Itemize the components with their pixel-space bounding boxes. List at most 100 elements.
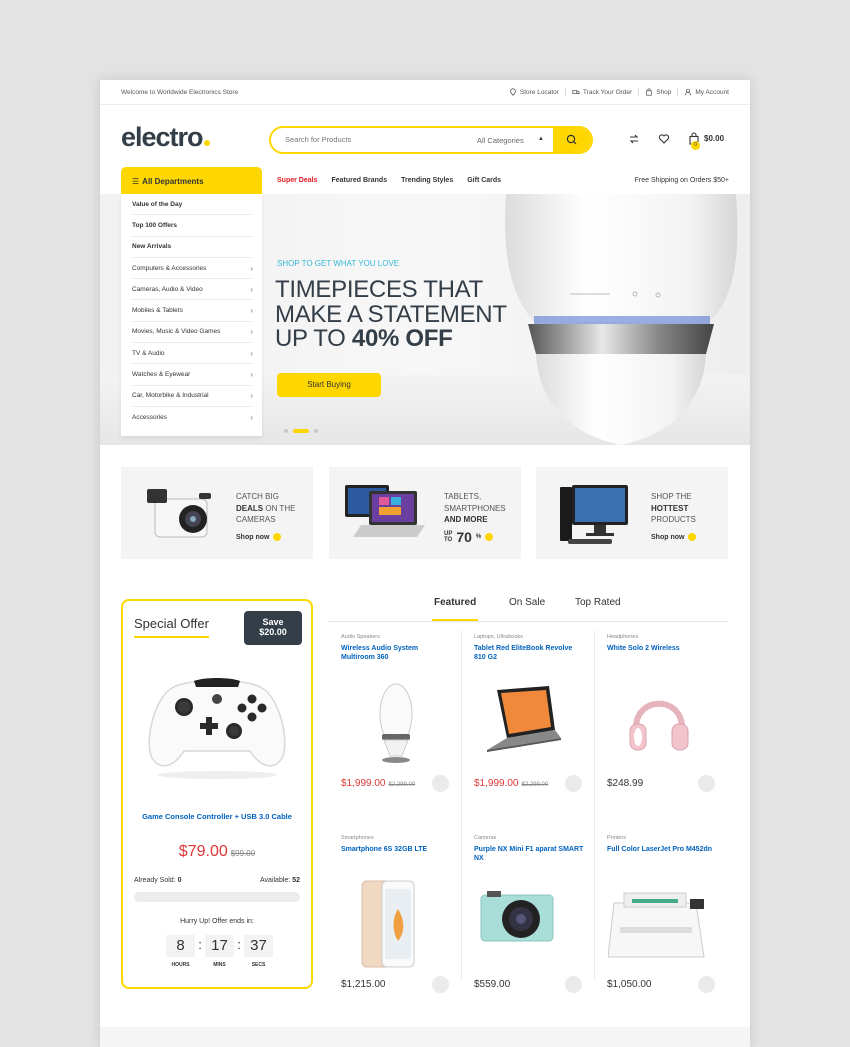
welcome-text: Welcome to Worldwide Electronics Store: [121, 89, 239, 96]
dept-label: Top 100 Offers: [132, 221, 178, 229]
dept-accessories[interactable]: Accessories ›: [132, 407, 253, 428]
start-buying-button[interactable]: Start Buying: [277, 373, 381, 397]
hours-value: 8: [166, 935, 195, 957]
track-order-link[interactable]: Track Your Order: [572, 88, 632, 96]
banner-line: SMARTPHONES: [444, 503, 506, 513]
dept-cameras[interactable]: Cameras, Audio & Video ›: [132, 279, 253, 301]
dept-value-of-the-day[interactable]: Value of the Day: [132, 194, 253, 216]
heart-icon[interactable]: [658, 133, 670, 145]
add-to-cart-icon[interactable]: [698, 976, 715, 993]
slider-dot[interactable]: [284, 429, 288, 433]
menu-icon: ☰: [132, 177, 140, 186]
product-category[interactable]: Cameras: [474, 835, 496, 841]
tab-top-rated[interactable]: Top Rated: [575, 597, 621, 608]
caret-updown-icon[interactable]: ▲: [538, 136, 544, 142]
timer-mins: 17 MINS: [205, 935, 234, 968]
logo-text: electro: [121, 122, 204, 152]
nav-gift-cards[interactable]: Gift Cards: [467, 177, 501, 184]
product-category[interactable]: Smartphones: [341, 835, 374, 841]
footer-strip: [100, 1027, 750, 1047]
chevron-right-icon: ›: [250, 263, 253, 273]
tablets-discount: UP TO 70%: [444, 529, 494, 545]
nav-super-deals[interactable]: Super Deals: [277, 177, 317, 184]
product-card[interactable]: Smartphones Smartphone 6S 32GB LTE $1,21…: [328, 835, 461, 1035]
nav-featured-brands[interactable]: Featured Brands: [331, 177, 387, 184]
special-offer-title: Special Offer: [134, 616, 209, 638]
shop-now-link[interactable]: Shop now: [651, 533, 697, 541]
banner-cameras[interactable]: CATCH BIG DEALS ON THE CAMERAS Shop now: [121, 467, 313, 559]
search-icon: [566, 134, 577, 145]
dept-label: Accessories: [132, 414, 168, 422]
add-to-cart-icon[interactable]: [698, 775, 715, 792]
sold-progress-bar: [134, 892, 300, 902]
product-card[interactable]: Headphones White Solo 2 Wireless $248.99: [594, 634, 727, 834]
dept-top-100-offers[interactable]: Top 100 Offers: [132, 215, 253, 237]
product-category[interactable]: Headphones: [607, 634, 638, 640]
price-value: $559.00: [474, 979, 511, 990]
product-name[interactable]: Purple NX Mini F1 aparat SMART NX: [474, 845, 584, 863]
banner-tablets[interactable]: TABLETS, SMARTPHONES AND MORE UP TO 70%: [329, 467, 521, 559]
tab-on-sale[interactable]: On Sale: [509, 597, 545, 608]
price-value: $1,999.00: [474, 778, 519, 789]
dept-watches[interactable]: Watches & Eyewear ›: [132, 364, 253, 386]
product-category[interactable]: Laptops, Ultrabooks: [474, 634, 523, 640]
product-card[interactable]: Audio Speakers Wireless Audio System Mul…: [328, 634, 461, 834]
secs-label: SECS: [251, 962, 266, 968]
product-name[interactable]: White Solo 2 Wireless: [607, 644, 717, 653]
search-button[interactable]: [553, 128, 591, 152]
game-controller-image[interactable]: [142, 663, 292, 783]
dept-label: Watches & Eyewear: [132, 371, 191, 379]
product-name[interactable]: Tablet Red EliteBook Revolve 810 G2: [474, 644, 584, 662]
search-input[interactable]: [285, 135, 455, 144]
slider-dot-active[interactable]: [293, 429, 309, 433]
headphones-product-image: [629, 700, 689, 751]
user-icon: [685, 88, 692, 96]
my-account-link[interactable]: My Account: [684, 88, 729, 96]
product-card[interactable]: Laptops, Ultrabooks Tablet Red EliteBook…: [461, 634, 594, 834]
store-locator-link[interactable]: Store Locator: [509, 88, 559, 96]
chevron-right-icon: ›: [250, 306, 253, 316]
tab-featured[interactable]: Featured: [434, 597, 476, 608]
offer-product-name[interactable]: Game Console Controller + USB 3.0 Cable: [123, 812, 311, 821]
dept-movies[interactable]: Movies, Music & Video Games ›: [132, 322, 253, 344]
dept-new-arrivals[interactable]: New Arrivals: [132, 237, 253, 258]
shop-now-link[interactable]: Shop now: [236, 533, 282, 541]
secs-value: 37: [244, 935, 273, 957]
product-name[interactable]: Full Color LaserJet Pro M452dn: [607, 845, 717, 854]
dept-mobiles[interactable]: Mobiles & Tablets ›: [132, 300, 253, 322]
offer-price: $79.00 $99.00: [123, 843, 311, 861]
dept-tv-audio[interactable]: TV & Audio ›: [132, 343, 253, 365]
nav-trending-styles[interactable]: Trending Styles: [401, 177, 453, 184]
product-card[interactable]: Printers Full Color LaserJet Pro M452dn …: [594, 835, 727, 1035]
logo[interactable]: electro: [121, 122, 210, 153]
save-badge: Save $20.00: [244, 611, 302, 645]
product-name[interactable]: Wireless Audio System Multiroom 360: [341, 644, 451, 662]
dept-computers[interactable]: Computers & Accessories ›: [132, 258, 253, 280]
add-to-cart-icon[interactable]: [432, 976, 449, 993]
banner-line: HOTTEST: [651, 503, 696, 515]
add-to-cart-icon[interactable]: [432, 775, 449, 792]
compare-icon[interactable]: [628, 133, 640, 145]
hero-line-3-prefix: UP TO: [275, 325, 352, 352]
product-category[interactable]: Audio Speakers: [341, 634, 380, 640]
countdown-timer: 8 HOURS : 17 MINS : 37 SECS: [166, 935, 273, 968]
banner-hottest[interactable]: SHOP THE HOTTEST PRODUCTS Shop now: [536, 467, 728, 559]
add-to-cart-icon[interactable]: [565, 775, 582, 792]
product-price: $1,999.00 $2,299.00: [474, 778, 548, 789]
timer-secs: 37 SECS: [244, 935, 273, 968]
shop-label: Shop: [656, 88, 672, 96]
slider-dot[interactable]: [314, 429, 318, 433]
add-to-cart-icon[interactable]: [565, 976, 582, 993]
old-price: $2,299.00: [388, 782, 416, 788]
dept-label: Cameras, Audio & Video: [132, 285, 203, 293]
product-category[interactable]: Printers: [607, 835, 626, 841]
product-name[interactable]: Smartphone 6S 32GB LTE: [341, 845, 451, 854]
banner-bold: DEALS: [236, 503, 264, 513]
product-card[interactable]: Cameras Purple NX Mini F1 aparat SMART N…: [461, 835, 594, 1035]
arrow-right-icon: [688, 533, 697, 541]
dept-car[interactable]: Car, Motorbike & Industrial ›: [132, 386, 253, 407]
all-departments-button[interactable]: ☰ All Departments: [121, 167, 262, 194]
shop-link[interactable]: Shop: [645, 88, 671, 96]
cart[interactable]: 0 $0.00: [688, 132, 724, 150]
category-select[interactable]: All Categories: [477, 136, 524, 145]
